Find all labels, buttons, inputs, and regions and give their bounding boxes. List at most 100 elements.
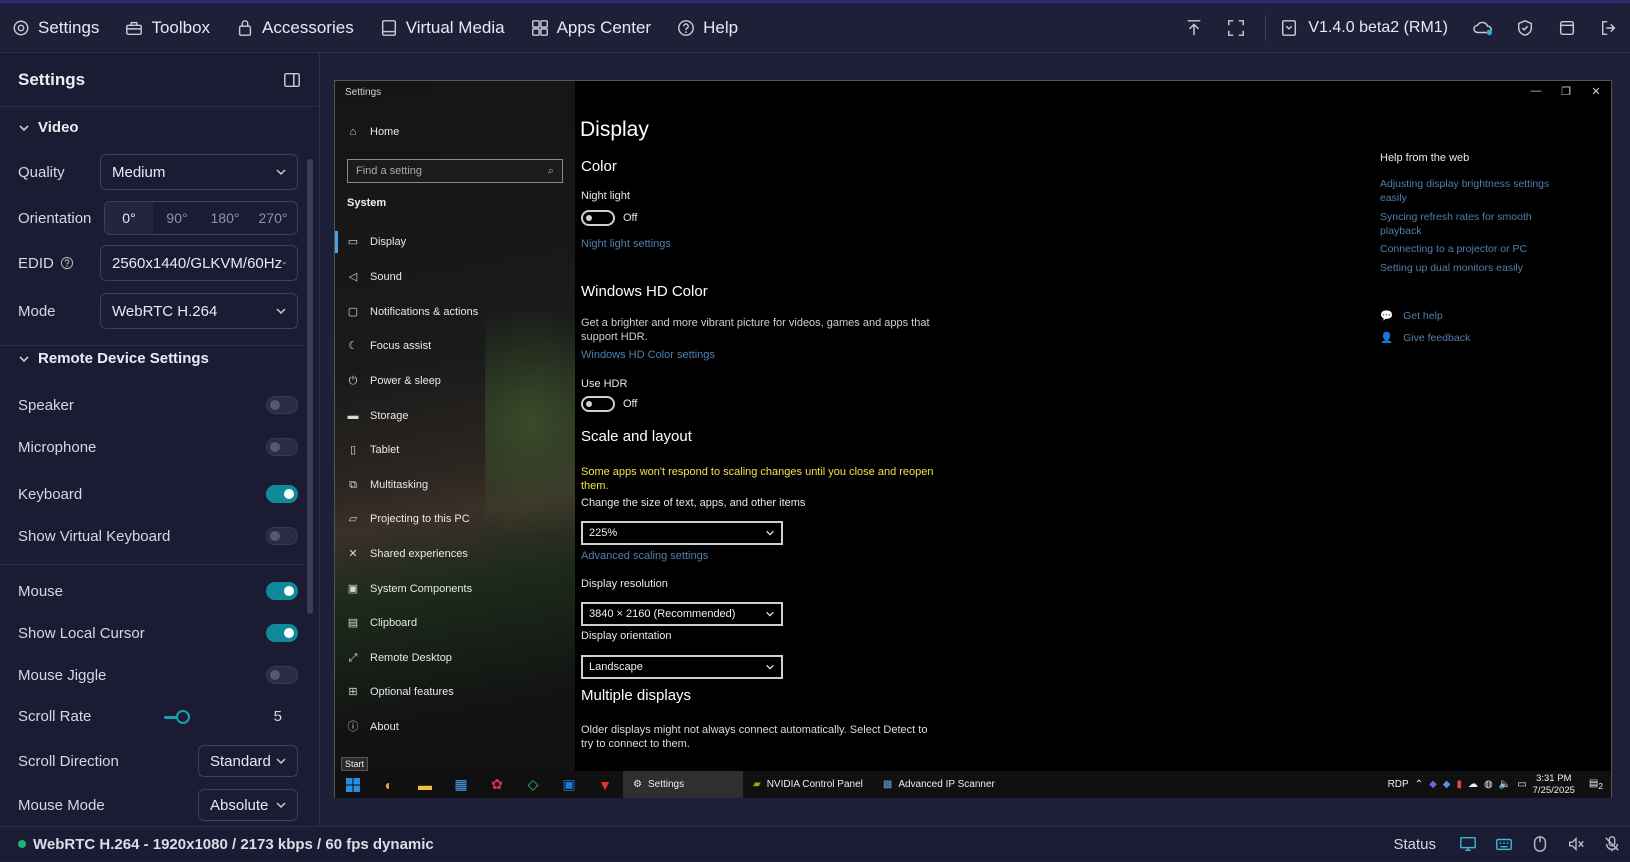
mouse-toggle[interactable] (266, 582, 298, 600)
restore-icon[interactable]: ❐ (1551, 81, 1581, 101)
tray-overflow-icon[interactable]: ⌃ (1415, 779, 1423, 790)
use-hdr-toggle[interactable] (581, 396, 615, 412)
nav-apps-center[interactable]: Apps Center (519, 3, 666, 52)
nav-virtual-media[interactable]: Virtual Media (368, 3, 519, 52)
quality-select[interactable]: Medium (100, 154, 298, 190)
nav-settings[interactable]: Settings (0, 3, 113, 52)
orientation-90[interactable]: 90° (153, 202, 201, 234)
keyboard-status-icon[interactable] (1486, 827, 1522, 862)
edid-select[interactable]: 2560x1440/GLKVM/60Hz (100, 245, 298, 281)
microphone-toggle[interactable] (266, 438, 298, 456)
nav-power-sleep[interactable]: ⏻ Power & sleep (347, 375, 441, 387)
nav-help[interactable]: Help (665, 3, 752, 52)
panel-toggle-icon[interactable] (283, 71, 301, 89)
nav-focus-assist[interactable]: ☾ Focus assist (347, 340, 431, 352)
fullscreen-icon[interactable] (1215, 3, 1257, 53)
advanced-scaling-link[interactable]: Advanced scaling settings (581, 550, 708, 562)
find-setting-input[interactable]: Find a setting ⌕ (347, 159, 563, 183)
orientation-0[interactable]: 0° (105, 202, 153, 234)
help-link-refresh[interactable]: Syncing refresh rates for smooth playbac… (1380, 210, 1560, 238)
keyboard-toggle[interactable] (266, 485, 298, 503)
globe-icon[interactable]: ◍ (1484, 779, 1493, 790)
give-feedback-link[interactable]: Give feedback (1403, 331, 1470, 345)
mode-select[interactable]: WebRTC H.264 (100, 293, 298, 329)
logout-icon[interactable] (1588, 3, 1630, 53)
remote-section-header[interactable]: Remote Device Settings (0, 350, 227, 367)
pinned-app-red-icon[interactable]: ✿ (479, 771, 515, 798)
volume-icon[interactable]: 🔈 (1499, 779, 1511, 790)
nav-system-components[interactable]: ▣ System Components (347, 583, 472, 595)
hd-color-settings-link[interactable]: Windows HD Color settings (581, 349, 715, 361)
device-icon[interactable] (1546, 3, 1588, 53)
orientation-select-win[interactable]: Landscape (581, 655, 783, 679)
network-icon[interactable]: ▭ (1517, 779, 1526, 790)
virtual-keyboard-toggle[interactable] (266, 527, 298, 545)
pinned-app-icon[interactable]: ◐ (371, 771, 407, 798)
nav-remote-desktop[interactable]: ⤢ Remote Desktop (347, 652, 452, 664)
nav-projecting[interactable]: ▱ Projecting to this PC (347, 513, 470, 525)
nav-storage[interactable]: ▬ Storage (347, 410, 409, 422)
help-link-dual-monitors[interactable]: Setting up dual monitors easily (1380, 261, 1560, 275)
shield-icon[interactable] (1504, 3, 1546, 53)
scale-select[interactable]: 225% (581, 521, 783, 545)
nav-notifications[interactable]: ▢ Notifications & actions (347, 306, 478, 318)
nav-multitasking[interactable]: ⧉ Multitasking (347, 479, 428, 491)
version-button[interactable]: V1.4.0 beta2 (RM1) (1274, 19, 1462, 37)
get-help-link[interactable]: Get help (1403, 309, 1443, 323)
nav-home[interactable]: ⌂ Home (347, 126, 400, 138)
local-cursor-toggle[interactable] (266, 624, 298, 642)
nav-about[interactable]: ⓘ About (347, 721, 399, 733)
nav-sound[interactable]: ◁ Sound (347, 271, 402, 283)
night-light-toggle[interactable] (581, 210, 615, 226)
taskbar-ip-scanner[interactable]: ▩ Advanced IP Scanner (873, 771, 1005, 798)
help-link-brightness[interactable]: Adjusting display brightness settings ea… (1380, 177, 1560, 205)
tray-app-icon[interactable]: ◆ (1443, 779, 1451, 790)
close-icon[interactable]: ✕ (1581, 81, 1611, 101)
orientation-270[interactable]: 270° (249, 202, 297, 234)
nav-display[interactable]: ▭ Display (347, 236, 406, 248)
video-section-header[interactable]: Video (0, 119, 97, 136)
get-help-row[interactable]: 💬 Get help (1380, 309, 1560, 323)
nav-shared-experiences[interactable]: ✕ Shared experiences (347, 548, 467, 560)
notification-center-icon[interactable]: ▤2 (1589, 778, 1603, 791)
nav-tablet[interactable]: ▯ Tablet (347, 444, 399, 456)
help-link-projector[interactable]: Connecting to a projector or PC (1380, 242, 1560, 256)
minimize-icon[interactable]: — (1521, 81, 1551, 101)
pinned-app-green-icon[interactable]: ◇ (515, 771, 551, 798)
vivaldi-icon[interactable]: ▼ (587, 771, 623, 798)
calculator-icon[interactable]: ▦ (443, 771, 479, 798)
taskbar-nvidia[interactable]: ▰ NVIDIA Control Panel (743, 771, 873, 798)
help-circle-icon[interactable] (60, 256, 74, 270)
windows-start-icon[interactable] (335, 771, 371, 798)
status-label[interactable]: Status (1393, 836, 1450, 853)
clock[interactable]: 3:31 PM 7/25/2025 (1533, 773, 1575, 797)
monitor-status-icon[interactable] (1450, 827, 1486, 862)
outlook-icon[interactable]: ▣ (551, 771, 587, 798)
nav-accessories[interactable]: Accessories (224, 3, 368, 52)
remote-desktop-view[interactable]: Settings ⌂ Home Find a setting ⌕ System ▭ D… (334, 80, 1612, 798)
onedrive-icon[interactable]: ☁ (1468, 779, 1478, 790)
sidebar-scroll-thumb[interactable] (307, 159, 313, 614)
tray-app-icon[interactable]: ▮ (1456, 779, 1462, 790)
mouse-mode-select[interactable]: Absolute (198, 789, 298, 821)
nav-clipboard[interactable]: ▤ Clipboard (347, 617, 417, 629)
mouse-jiggle-toggle[interactable] (266, 666, 298, 684)
file-explorer-icon[interactable]: ▬ (407, 771, 443, 798)
give-feedback-row[interactable]: 👤 Give feedback (1380, 331, 1560, 345)
mouse-status-icon[interactable] (1522, 827, 1558, 862)
orientation-180[interactable]: 180° (201, 202, 249, 234)
scroll-direction-select[interactable]: Standard (198, 745, 298, 777)
resolution-select[interactable]: 3840 × 2160 (Recommended) (581, 602, 783, 626)
night-light-settings-link[interactable]: Night light settings (581, 238, 671, 250)
taskbar-settings[interactable]: ⚙ Settings (623, 771, 743, 798)
nav-toolbox[interactable]: Toolbox (113, 3, 224, 52)
sidebar-scrollbar[interactable] (307, 107, 313, 826)
speaker-muted-icon[interactable] (1558, 827, 1594, 862)
cloud-status-icon[interactable] (1462, 3, 1504, 53)
tray-app-icon[interactable]: ◆ (1429, 779, 1437, 790)
microphone-muted-icon[interactable] (1594, 827, 1630, 862)
speaker-toggle[interactable] (266, 396, 298, 414)
upload-icon[interactable] (1173, 3, 1215, 53)
scroll-rate-slider[interactable] (163, 709, 192, 724)
nav-optional-features[interactable]: ⊞ Optional features (347, 686, 453, 698)
